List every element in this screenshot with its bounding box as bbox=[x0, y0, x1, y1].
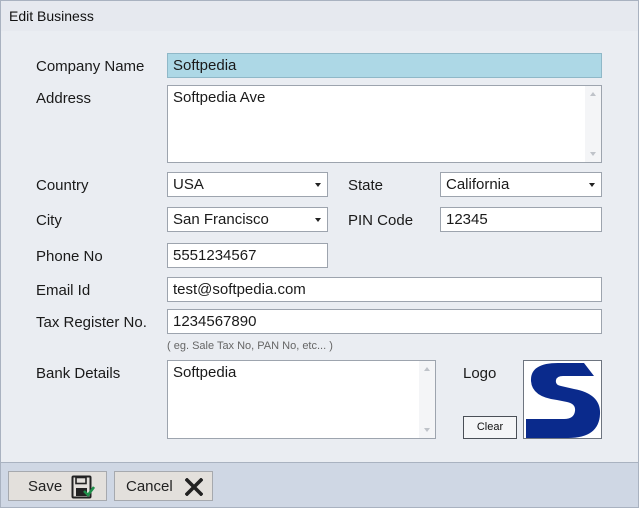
bank-details-textarea[interactable]: Softpedia bbox=[167, 360, 436, 439]
state-value: California bbox=[446, 176, 510, 193]
pin-code-label: PIN Code bbox=[348, 212, 414, 229]
city-select[interactable]: San Francisco bbox=[167, 207, 328, 232]
save-button[interactable]: Save bbox=[8, 471, 107, 501]
phone-input[interactable]: 5551234567 bbox=[167, 243, 328, 268]
x-close-icon bbox=[184, 477, 204, 500]
country-label: Country bbox=[36, 177, 89, 194]
country-select[interactable]: USA bbox=[167, 172, 328, 197]
bank-details-text: Softpedia bbox=[173, 364, 237, 381]
scroll-up-arrow-icon[interactable] bbox=[424, 367, 430, 371]
scroll-up-arrow-icon[interactable] bbox=[590, 92, 596, 96]
footer-bar: Save Cancel bbox=[0, 462, 639, 508]
address-label: Address bbox=[36, 90, 92, 107]
scroll-down-arrow-icon[interactable] bbox=[590, 152, 596, 156]
tax-register-input[interactable]: 1234567890 bbox=[167, 309, 602, 334]
pin-code-input[interactable]: 12345 bbox=[440, 207, 602, 232]
scroll-down-arrow-icon[interactable] bbox=[424, 428, 430, 432]
email-input[interactable]: test@softpedia.com bbox=[167, 277, 602, 302]
cancel-button[interactable]: Cancel bbox=[114, 471, 213, 501]
save-disk-icon bbox=[71, 475, 96, 503]
title-bar: Edit Business bbox=[0, 0, 639, 32]
bank-details-label: Bank Details bbox=[36, 365, 121, 382]
phone-label: Phone No bbox=[36, 248, 103, 265]
dropdown-arrow-icon bbox=[315, 183, 321, 187]
clear-logo-button[interactable]: Clear bbox=[463, 416, 517, 439]
tax-register-label: Tax Register No. bbox=[36, 314, 147, 331]
window-title: Edit Business bbox=[9, 8, 94, 24]
bank-details-scrollbar[interactable] bbox=[419, 361, 435, 438]
city-label: City bbox=[36, 212, 62, 229]
address-textarea[interactable]: Softpedia Ave bbox=[167, 85, 602, 163]
company-name-input[interactable]: Softpedia bbox=[167, 53, 602, 78]
save-button-label: Save bbox=[28, 478, 63, 495]
logo-label: Logo bbox=[463, 365, 497, 382]
address-text: Softpedia Ave bbox=[173, 89, 266, 106]
cancel-button-label: Cancel bbox=[126, 478, 173, 495]
country-value: USA bbox=[173, 176, 204, 193]
tax-hint: ( eg. Sale Tax No, PAN No, etc... ) bbox=[167, 340, 333, 352]
state-select[interactable]: California bbox=[440, 172, 602, 197]
logo-image[interactable] bbox=[523, 360, 602, 439]
state-label: State bbox=[348, 177, 384, 194]
dropdown-arrow-icon bbox=[589, 183, 595, 187]
email-label: Email Id bbox=[36, 282, 91, 299]
company-name-label: Company Name bbox=[36, 58, 145, 75]
city-value: San Francisco bbox=[173, 211, 269, 228]
softpedia-s-logo-icon bbox=[526, 363, 601, 438]
address-scrollbar[interactable] bbox=[585, 86, 601, 162]
dropdown-arrow-icon bbox=[315, 218, 321, 222]
